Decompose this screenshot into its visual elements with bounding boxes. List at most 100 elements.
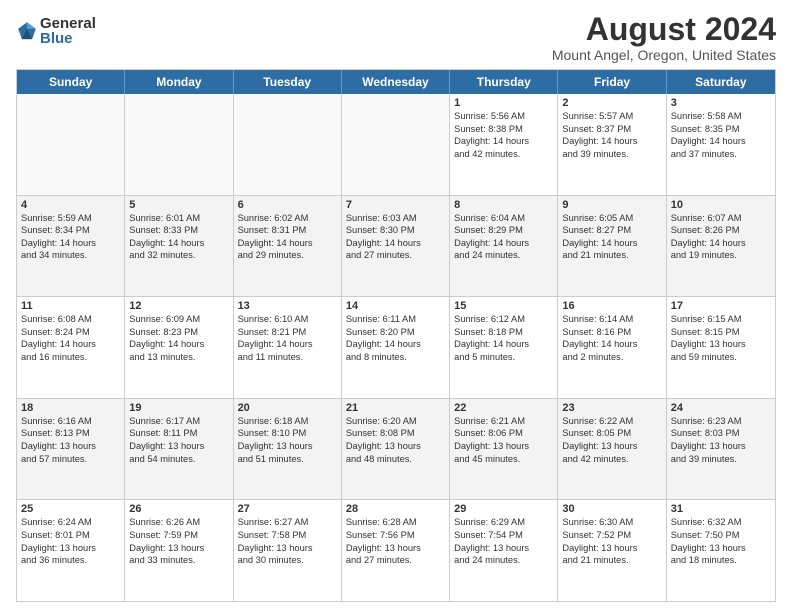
cell-info-line: Daylight: 14 hours	[21, 338, 120, 351]
cell-info-line: Sunset: 7:56 PM	[346, 529, 445, 542]
day-number: 18	[21, 402, 120, 414]
day-number: 3	[671, 97, 771, 109]
logo-text: General Blue	[40, 16, 96, 46]
cal-cell: 21Sunrise: 6:20 AMSunset: 8:08 PMDayligh…	[342, 399, 450, 500]
cell-info-line: Daylight: 13 hours	[562, 542, 661, 555]
cal-cell: 20Sunrise: 6:18 AMSunset: 8:10 PMDayligh…	[234, 399, 342, 500]
cell-info-line: and 39 minutes.	[562, 148, 661, 161]
logo-general: General	[40, 16, 96, 31]
cell-info-line: Daylight: 13 hours	[238, 440, 337, 453]
cell-info-line: and 8 minutes.	[346, 351, 445, 364]
header-day-friday: Friday	[558, 70, 666, 94]
header-day-tuesday: Tuesday	[234, 70, 342, 94]
cal-cell: 18Sunrise: 6:16 AMSunset: 8:13 PMDayligh…	[17, 399, 125, 500]
cell-info-line: Sunrise: 6:09 AM	[129, 313, 228, 326]
day-number: 6	[238, 199, 337, 211]
day-number: 24	[671, 402, 771, 414]
cell-info-line: Sunrise: 6:23 AM	[671, 415, 771, 428]
cell-info-line: Sunrise: 6:22 AM	[562, 415, 661, 428]
cell-info-line: Sunset: 8:29 PM	[454, 224, 553, 237]
day-number: 8	[454, 199, 553, 211]
cell-info-line: Daylight: 13 hours	[21, 440, 120, 453]
day-number: 5	[129, 199, 228, 211]
cell-info-line: Sunrise: 6:26 AM	[129, 516, 228, 529]
cell-info-line: Sunset: 8:26 PM	[671, 224, 771, 237]
day-number: 14	[346, 300, 445, 312]
cell-info-line: Sunrise: 6:11 AM	[346, 313, 445, 326]
cell-info-line: and 27 minutes.	[346, 554, 445, 567]
cell-info-line: Daylight: 14 hours	[454, 237, 553, 250]
cell-info-line: Sunset: 7:52 PM	[562, 529, 661, 542]
week-row-2: 4Sunrise: 5:59 AMSunset: 8:34 PMDaylight…	[17, 196, 775, 298]
day-number: 15	[454, 300, 553, 312]
cell-info-line: Daylight: 13 hours	[238, 542, 337, 555]
cell-info-line: Sunrise: 5:59 AM	[21, 212, 120, 225]
day-number: 21	[346, 402, 445, 414]
cell-info-line: Sunset: 8:35 PM	[671, 123, 771, 136]
cell-info-line: Sunset: 8:08 PM	[346, 427, 445, 440]
cell-info-line: Sunset: 8:38 PM	[454, 123, 553, 136]
cell-info-line: Sunset: 8:27 PM	[562, 224, 661, 237]
cal-cell: 4Sunrise: 5:59 AMSunset: 8:34 PMDaylight…	[17, 196, 125, 297]
cell-info-line: and 24 minutes.	[454, 554, 553, 567]
cell-info-line: Daylight: 14 hours	[671, 237, 771, 250]
cal-cell: 31Sunrise: 6:32 AMSunset: 7:50 PMDayligh…	[667, 500, 775, 601]
day-number: 11	[21, 300, 120, 312]
cell-info-line: Sunset: 8:15 PM	[671, 326, 771, 339]
day-number: 9	[562, 199, 661, 211]
cell-info-line: Daylight: 14 hours	[129, 237, 228, 250]
day-number: 25	[21, 503, 120, 515]
logo-icon	[16, 20, 38, 42]
cell-info-line: and 51 minutes.	[238, 453, 337, 466]
cell-info-line: and 39 minutes.	[671, 453, 771, 466]
day-number: 16	[562, 300, 661, 312]
day-number: 27	[238, 503, 337, 515]
cell-info-line: Sunset: 7:59 PM	[129, 529, 228, 542]
cell-info-line: Daylight: 14 hours	[454, 338, 553, 351]
cal-cell: 9Sunrise: 6:05 AMSunset: 8:27 PMDaylight…	[558, 196, 666, 297]
cal-cell: 17Sunrise: 6:15 AMSunset: 8:15 PMDayligh…	[667, 297, 775, 398]
cell-info-line: Sunset: 8:31 PM	[238, 224, 337, 237]
cell-info-line: and 57 minutes.	[21, 453, 120, 466]
cell-info-line: Sunrise: 6:20 AM	[346, 415, 445, 428]
cell-info-line: Sunset: 8:16 PM	[562, 326, 661, 339]
cell-info-line: Sunrise: 6:05 AM	[562, 212, 661, 225]
cell-info-line: Sunset: 8:11 PM	[129, 427, 228, 440]
cell-info-line: Sunrise: 6:16 AM	[21, 415, 120, 428]
cal-cell: 12Sunrise: 6:09 AMSunset: 8:23 PMDayligh…	[125, 297, 233, 398]
cell-info-line: Sunrise: 6:30 AM	[562, 516, 661, 529]
cell-info-line: Sunrise: 6:29 AM	[454, 516, 553, 529]
cell-info-line: Sunrise: 6:27 AM	[238, 516, 337, 529]
cell-info-line: Daylight: 14 hours	[671, 135, 771, 148]
title-block: August 2024 Mount Angel, Oregon, United …	[552, 12, 776, 63]
cell-info-line: Sunset: 8:21 PM	[238, 326, 337, 339]
cell-info-line: Daylight: 14 hours	[346, 338, 445, 351]
cell-info-line: Daylight: 13 hours	[454, 440, 553, 453]
cell-info-line: and 59 minutes.	[671, 351, 771, 364]
cell-info-line: Sunset: 8:10 PM	[238, 427, 337, 440]
week-row-1: 1Sunrise: 5:56 AMSunset: 8:38 PMDaylight…	[17, 94, 775, 196]
cal-cell: 15Sunrise: 6:12 AMSunset: 8:18 PMDayligh…	[450, 297, 558, 398]
cell-info-line: Sunset: 8:20 PM	[346, 326, 445, 339]
cal-cell: 24Sunrise: 6:23 AMSunset: 8:03 PMDayligh…	[667, 399, 775, 500]
cal-cell: 23Sunrise: 6:22 AMSunset: 8:05 PMDayligh…	[558, 399, 666, 500]
cal-cell	[125, 94, 233, 195]
day-number: 2	[562, 97, 661, 109]
day-number: 28	[346, 503, 445, 515]
cal-cell: 5Sunrise: 6:01 AMSunset: 8:33 PMDaylight…	[125, 196, 233, 297]
cell-info-line: Sunset: 8:13 PM	[21, 427, 120, 440]
day-number: 10	[671, 199, 771, 211]
week-row-4: 18Sunrise: 6:16 AMSunset: 8:13 PMDayligh…	[17, 399, 775, 501]
cell-info-line: Daylight: 14 hours	[238, 237, 337, 250]
calendar: SundayMondayTuesdayWednesdayThursdayFrid…	[16, 69, 776, 602]
cell-info-line: Sunset: 8:03 PM	[671, 427, 771, 440]
main-title: August 2024	[552, 12, 776, 47]
header-day-thursday: Thursday	[450, 70, 558, 94]
cal-cell	[342, 94, 450, 195]
cell-info-line: Sunset: 8:24 PM	[21, 326, 120, 339]
cell-info-line: Sunset: 7:50 PM	[671, 529, 771, 542]
cell-info-line: Daylight: 13 hours	[346, 440, 445, 453]
day-number: 1	[454, 97, 553, 109]
day-number: 22	[454, 402, 553, 414]
cell-info-line: Daylight: 14 hours	[562, 237, 661, 250]
